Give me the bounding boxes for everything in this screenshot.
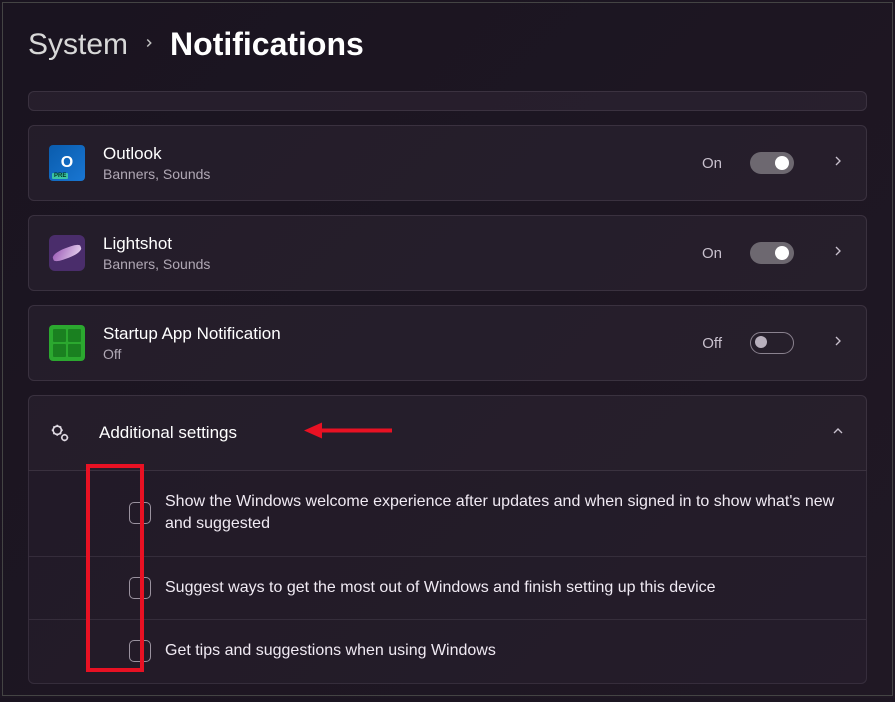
lightshot-icon: [49, 235, 85, 271]
toggle-state-label: On: [702, 155, 722, 172]
startup-icon: [49, 325, 85, 361]
app-subtitle: Banners, Sounds: [103, 256, 684, 272]
chevron-right-icon: [830, 153, 846, 174]
toggle-state-label: Off: [702, 335, 722, 352]
outlook-icon: OPRE: [49, 145, 85, 181]
checkbox-row-suggest[interactable]: Suggest ways to get the most out of Wind…: [28, 557, 867, 620]
app-row-outlook[interactable]: OPRE Outlook Banners, Sounds On: [28, 125, 867, 201]
app-row-lightshot[interactable]: Lightshot Banners, Sounds On: [28, 215, 867, 291]
toggle-switch[interactable]: [750, 152, 794, 174]
app-title: Lightshot: [103, 234, 684, 254]
toggle-switch[interactable]: [750, 242, 794, 264]
checkbox[interactable]: [129, 640, 151, 662]
toggle-state-label: On: [702, 245, 722, 262]
breadcrumb-parent[interactable]: System: [28, 28, 128, 62]
panel-collapsed-top: [28, 91, 867, 111]
checkbox[interactable]: [129, 577, 151, 599]
chevron-right-icon: [830, 333, 846, 354]
checkbox-label: Show the Windows welcome experience afte…: [165, 491, 846, 536]
app-title: Outlook: [103, 144, 684, 164]
chevron-up-icon: [830, 423, 846, 444]
gear-icon: [49, 422, 71, 444]
app-subtitle: Banners, Sounds: [103, 166, 684, 182]
app-title: Startup App Notification: [103, 324, 684, 344]
app-subtitle: Off: [103, 346, 684, 362]
additional-settings-header[interactable]: Additional settings: [28, 395, 867, 471]
chevron-right-icon: [142, 33, 156, 56]
checkbox-label: Suggest ways to get the most out of Wind…: [165, 577, 716, 599]
breadcrumb: System Notifications: [28, 26, 867, 63]
section-title: Additional settings: [99, 423, 802, 443]
app-row-startup[interactable]: Startup App Notification Off Off: [28, 305, 867, 381]
app-info: Lightshot Banners, Sounds: [103, 234, 684, 272]
checkbox[interactable]: [129, 502, 151, 524]
chevron-right-icon: [830, 243, 846, 264]
checkbox-row-tips[interactable]: Get tips and suggestions when using Wind…: [28, 620, 867, 683]
checkbox-row-welcome[interactable]: Show the Windows welcome experience afte…: [28, 471, 867, 557]
page-title: Notifications: [170, 26, 364, 63]
toggle-switch[interactable]: [750, 332, 794, 354]
checkbox-label: Get tips and suggestions when using Wind…: [165, 640, 496, 662]
app-info: Startup App Notification Off: [103, 324, 684, 362]
app-info: Outlook Banners, Sounds: [103, 144, 684, 182]
